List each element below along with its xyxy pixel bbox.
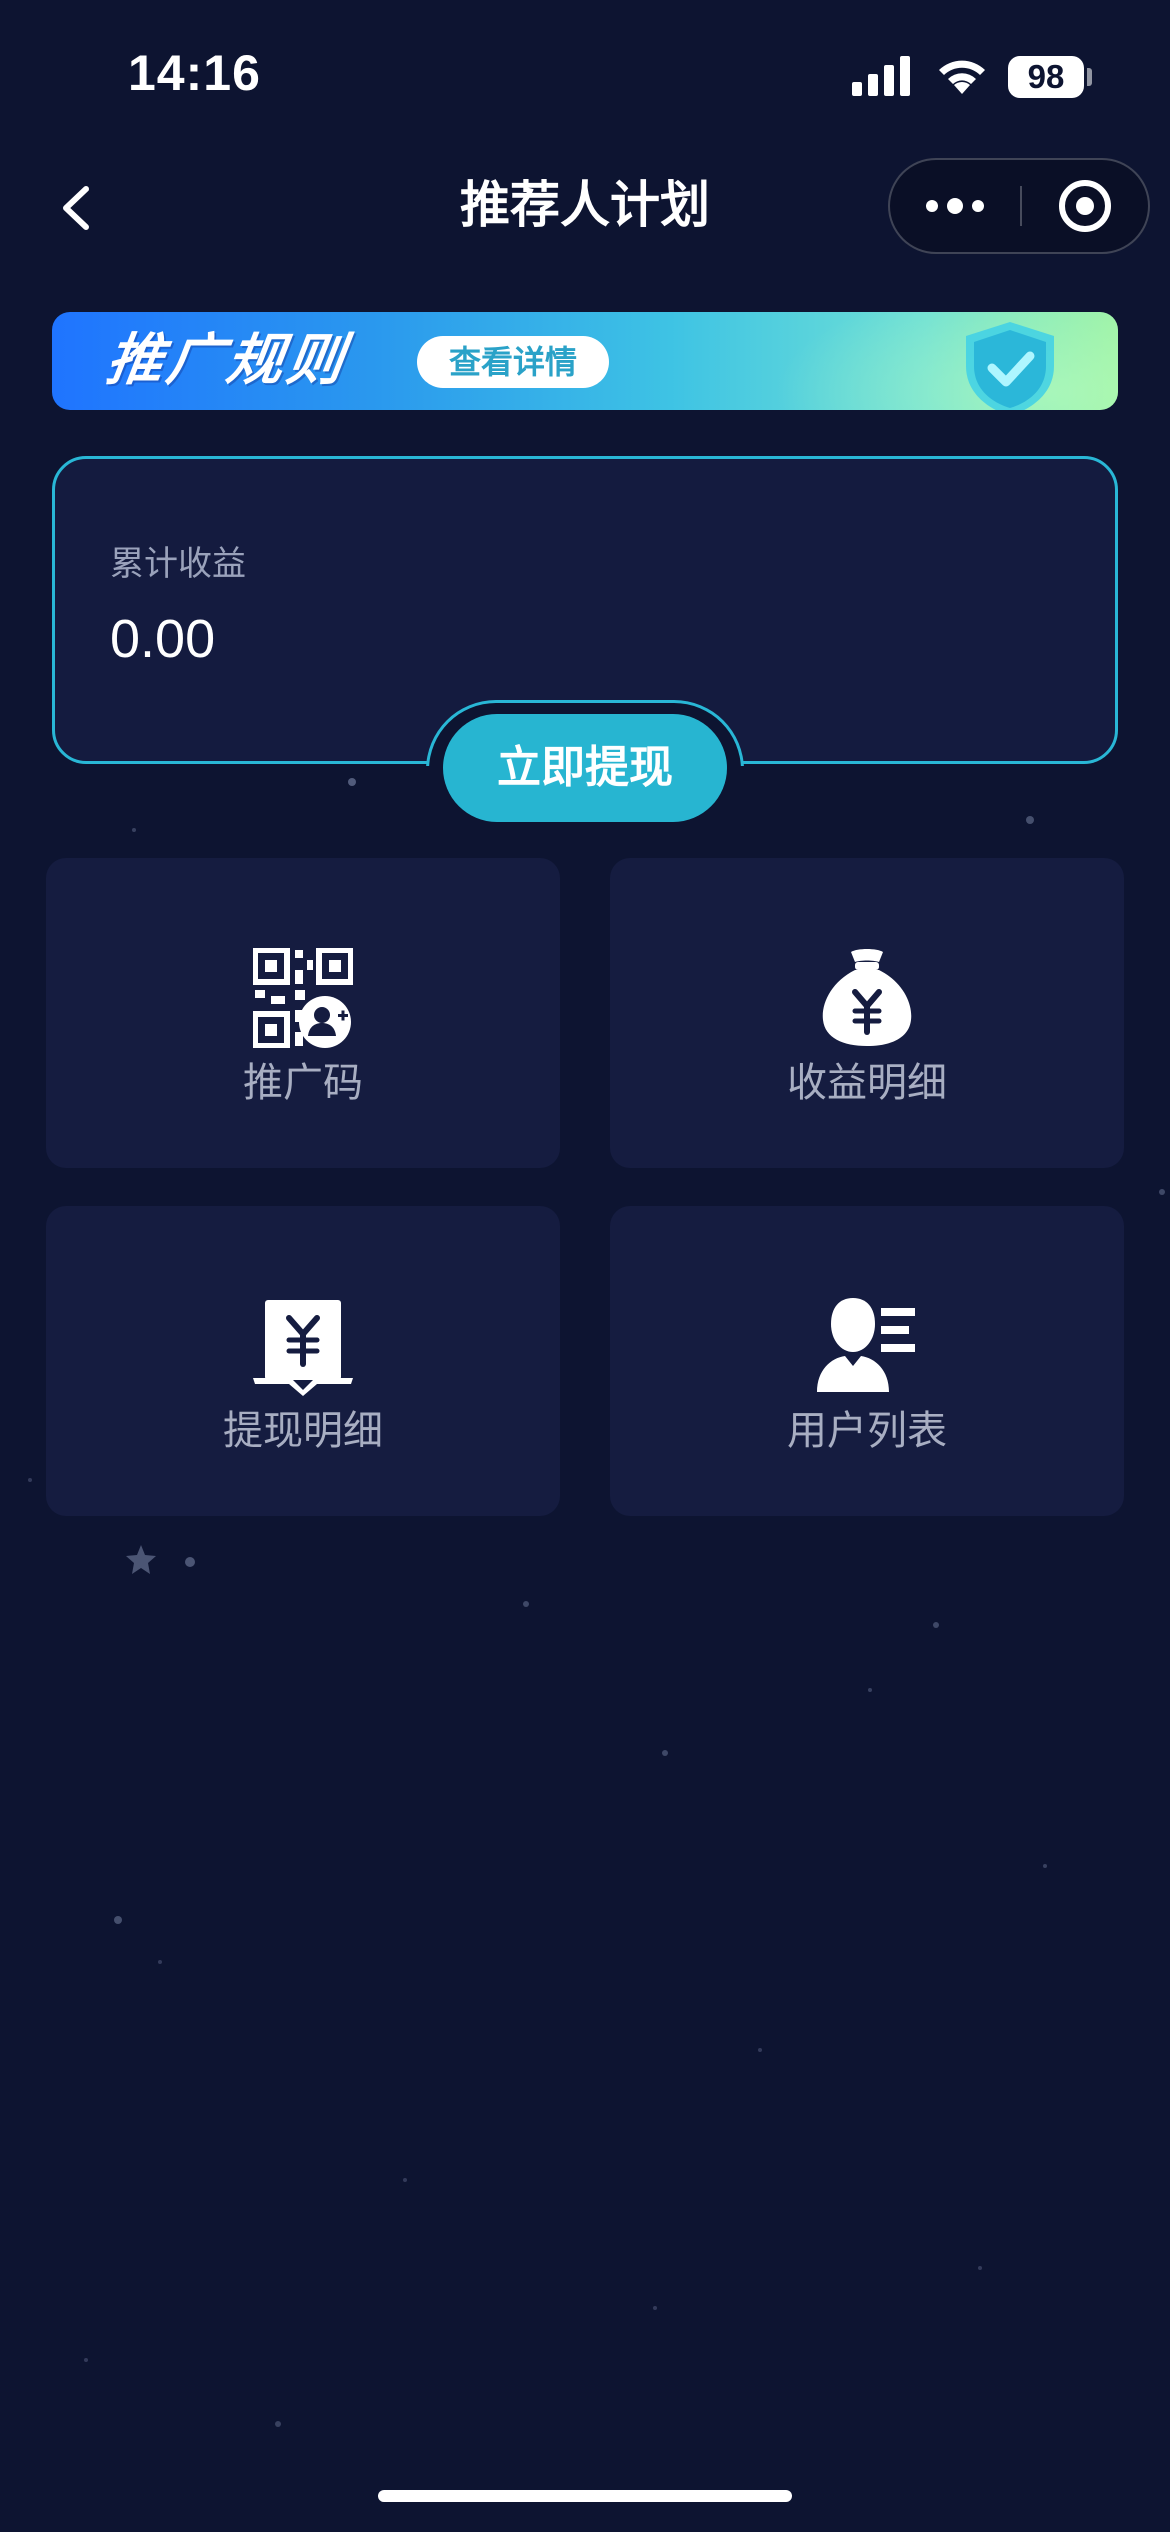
page-title: 推荐人计划: [460, 176, 710, 234]
promotion-rules-banner[interactable]: 推广规则 查看详情: [52, 312, 1118, 410]
total-earnings-value: 0.00: [110, 609, 216, 669]
battery-nub: [1087, 68, 1092, 86]
tile-label-promo-code: 推广码: [243, 1060, 363, 1106]
user-list-icon: [610, 1206, 1124, 1396]
battery-icon: 98: [1008, 56, 1084, 98]
withdraw-yuan-icon: [46, 1206, 560, 1396]
banner-title: 推广规则: [102, 328, 352, 393]
tile-label-user-list: 用户列表: [787, 1408, 947, 1454]
status-bar: 14:16 98: [0, 0, 1170, 150]
miniprogram-capsule: [888, 158, 1150, 254]
shield-check-icon: [966, 322, 1054, 410]
miniprogram-close-icon[interactable]: [1022, 160, 1148, 252]
qr-code-user-icon: [46, 858, 560, 1048]
wifi-icon: [939, 60, 985, 94]
tile-withdrawal-detail[interactable]: 提现明细: [46, 1206, 560, 1516]
tile-user-list[interactable]: 用户列表: [610, 1206, 1124, 1516]
total-earnings-label: 累计收益: [110, 544, 246, 584]
view-details-button[interactable]: 查看详情: [417, 336, 609, 388]
money-bag-icon: [610, 858, 1124, 1048]
back-arrow-icon[interactable]: [40, 168, 110, 248]
withdraw-now-button[interactable]: 立即提现: [443, 714, 727, 822]
tile-promo-code[interactable]: 推广码: [46, 858, 560, 1168]
more-dots-icon[interactable]: [890, 160, 1020, 252]
home-indicator: [378, 2490, 792, 2502]
signal-icon: [852, 56, 910, 96]
status-time: 14:16: [128, 45, 261, 101]
tile-label-earnings-detail: 收益明细: [787, 1060, 947, 1106]
battery-level: 98: [1027, 58, 1065, 95]
tile-label-withdrawal-detail: 提现明细: [223, 1408, 383, 1454]
tile-earnings-detail[interactable]: 收益明细: [610, 858, 1124, 1168]
